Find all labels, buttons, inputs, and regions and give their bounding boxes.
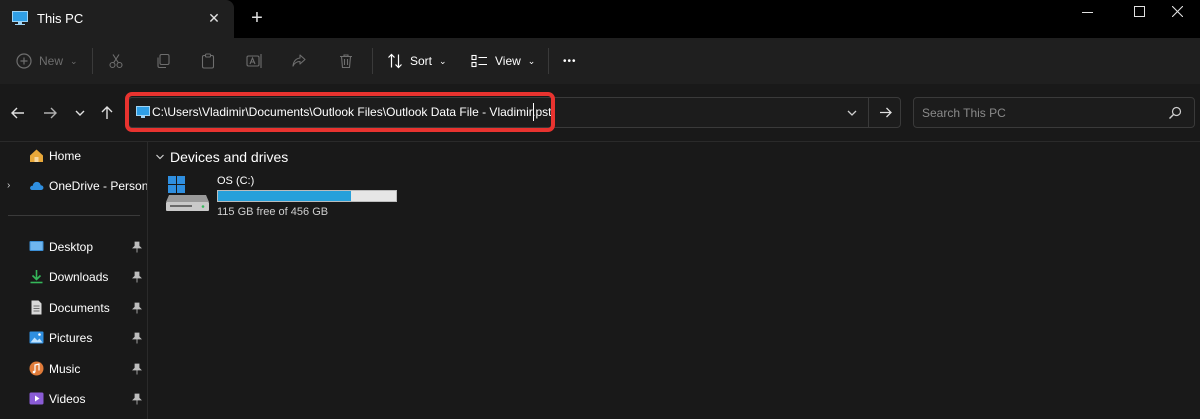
- up-arrow-icon[interactable]: [98, 104, 116, 122]
- pin-icon[interactable]: [132, 302, 142, 314]
- drive-usage-bar: [217, 190, 397, 202]
- download-icon: [30, 270, 43, 284]
- tab-this-pc[interactable]: This PC ✕: [0, 0, 234, 38]
- chevron-down-icon: ⌄: [70, 55, 78, 66]
- sidebar-item-label: OneDrive - Persona: [49, 179, 147, 193]
- pin-icon[interactable]: [132, 393, 142, 405]
- sidebar-item-music[interactable]: Music: [0, 355, 148, 383]
- expand-chevron-icon[interactable]: ›: [7, 180, 10, 191]
- sort-label: Sort: [410, 54, 433, 68]
- more-options-button[interactable]: •••: [563, 48, 577, 74]
- sidebar-item-pictures[interactable]: Pictures: [0, 324, 148, 352]
- address-dropdown-chevron-icon[interactable]: [842, 104, 862, 122]
- divider: [92, 48, 93, 74]
- title-bar: This PC ✕ +: [0, 0, 1200, 38]
- copy-button[interactable]: [155, 48, 171, 74]
- sidebar-item-desktop[interactable]: Desktop: [0, 233, 148, 261]
- close-tab-icon[interactable]: ✕: [206, 8, 222, 28]
- address-highlight-annotation: [125, 92, 555, 132]
- trash-icon: [340, 54, 352, 69]
- navigation-pane: Home › OneDrive - Persona Desktop Downlo…: [0, 142, 148, 419]
- sidebar-item-documents[interactable]: Documents: [0, 294, 148, 322]
- chevron-down-icon: ⌄: [439, 55, 447, 66]
- sidebar-item-downloads[interactable]: Downloads: [0, 263, 148, 291]
- more-icon: •••: [563, 55, 577, 67]
- view-label: View: [495, 54, 521, 68]
- rename-icon: [246, 54, 262, 68]
- sort-icon: [388, 53, 402, 69]
- cut-icon: [109, 54, 123, 69]
- chevron-down-icon: ⌄: [527, 55, 536, 66]
- plus-circle-icon: [16, 53, 32, 69]
- share-button[interactable]: [291, 48, 307, 74]
- section-title[interactable]: Devices and drives: [170, 149, 288, 165]
- document-icon: [31, 300, 42, 315]
- pictures-icon: [29, 331, 44, 344]
- divider: [548, 48, 549, 74]
- pin-icon[interactable]: [132, 332, 142, 344]
- pin-icon[interactable]: [132, 241, 142, 253]
- search-input[interactable]: Search This PC: [922, 106, 1006, 120]
- desktop-icon: [29, 241, 44, 251]
- go-button[interactable]: [868, 97, 901, 128]
- pin-icon[interactable]: [132, 363, 142, 375]
- cut-button[interactable]: [108, 48, 124, 74]
- view-button[interactable]: View ⌄: [471, 48, 535, 74]
- collapse-chevron-icon[interactable]: [155, 152, 165, 162]
- drive-usage-fill: [218, 191, 352, 201]
- drive-free-space: 115 GB free of 456 GB: [217, 206, 329, 218]
- rename-button[interactable]: [246, 48, 263, 74]
- sidebar-item-label: Home: [49, 149, 82, 163]
- view-icon: [471, 54, 487, 68]
- search-box[interactable]: Search This PC: [913, 97, 1195, 128]
- new-label: New: [39, 54, 64, 68]
- go-arrow-icon: [880, 107, 892, 118]
- home-icon: [30, 149, 43, 162]
- drive-item-c[interactable]: OS (C:) 115 GB free of 456 GB: [166, 172, 406, 220]
- minimize-button[interactable]: [1064, 0, 1110, 24]
- paste-icon: [201, 53, 215, 69]
- forward-arrow-icon[interactable]: [41, 104, 59, 122]
- search-icon[interactable]: [1168, 106, 1182, 120]
- pin-icon[interactable]: [132, 271, 142, 283]
- sort-button[interactable]: Sort ⌄: [387, 48, 447, 74]
- sidebar-item-home[interactable]: Home: [0, 142, 148, 170]
- new-tab-button[interactable]: +: [248, 8, 266, 28]
- videos-icon: [29, 392, 44, 405]
- sidebar-item-videos[interactable]: Videos: [0, 385, 148, 413]
- sidebar-item-onedrive[interactable]: › OneDrive - Persona: [0, 172, 148, 200]
- drive-name: OS (C:): [217, 175, 255, 187]
- minimize-icon: [1081, 12, 1093, 13]
- recent-locations-chevron-icon[interactable]: [71, 104, 89, 122]
- close-window-button[interactable]: [1154, 0, 1200, 24]
- tab-title: This PC: [37, 11, 84, 26]
- delete-button[interactable]: [338, 48, 354, 74]
- paste-button[interactable]: [200, 48, 216, 74]
- music-icon: [29, 361, 44, 376]
- new-button[interactable]: New ⌄: [16, 48, 78, 74]
- maximize-icon: [1133, 6, 1145, 17]
- divider: [372, 48, 373, 74]
- back-arrow-icon[interactable]: [9, 104, 27, 122]
- close-icon: [1171, 5, 1183, 18]
- address-row: C:\Users\Vladimir\Documents\Outlook File…: [0, 84, 1200, 142]
- copy-icon: [157, 53, 170, 69]
- command-bar: New ⌄ Sort ⌄ View ⌄ •••: [0, 38, 1200, 84]
- this-pc-icon: [12, 11, 28, 25]
- drive-icon: [166, 176, 209, 211]
- cloud-icon: [30, 181, 44, 190]
- share-icon: [292, 54, 306, 67]
- sidebar-divider: [8, 215, 140, 216]
